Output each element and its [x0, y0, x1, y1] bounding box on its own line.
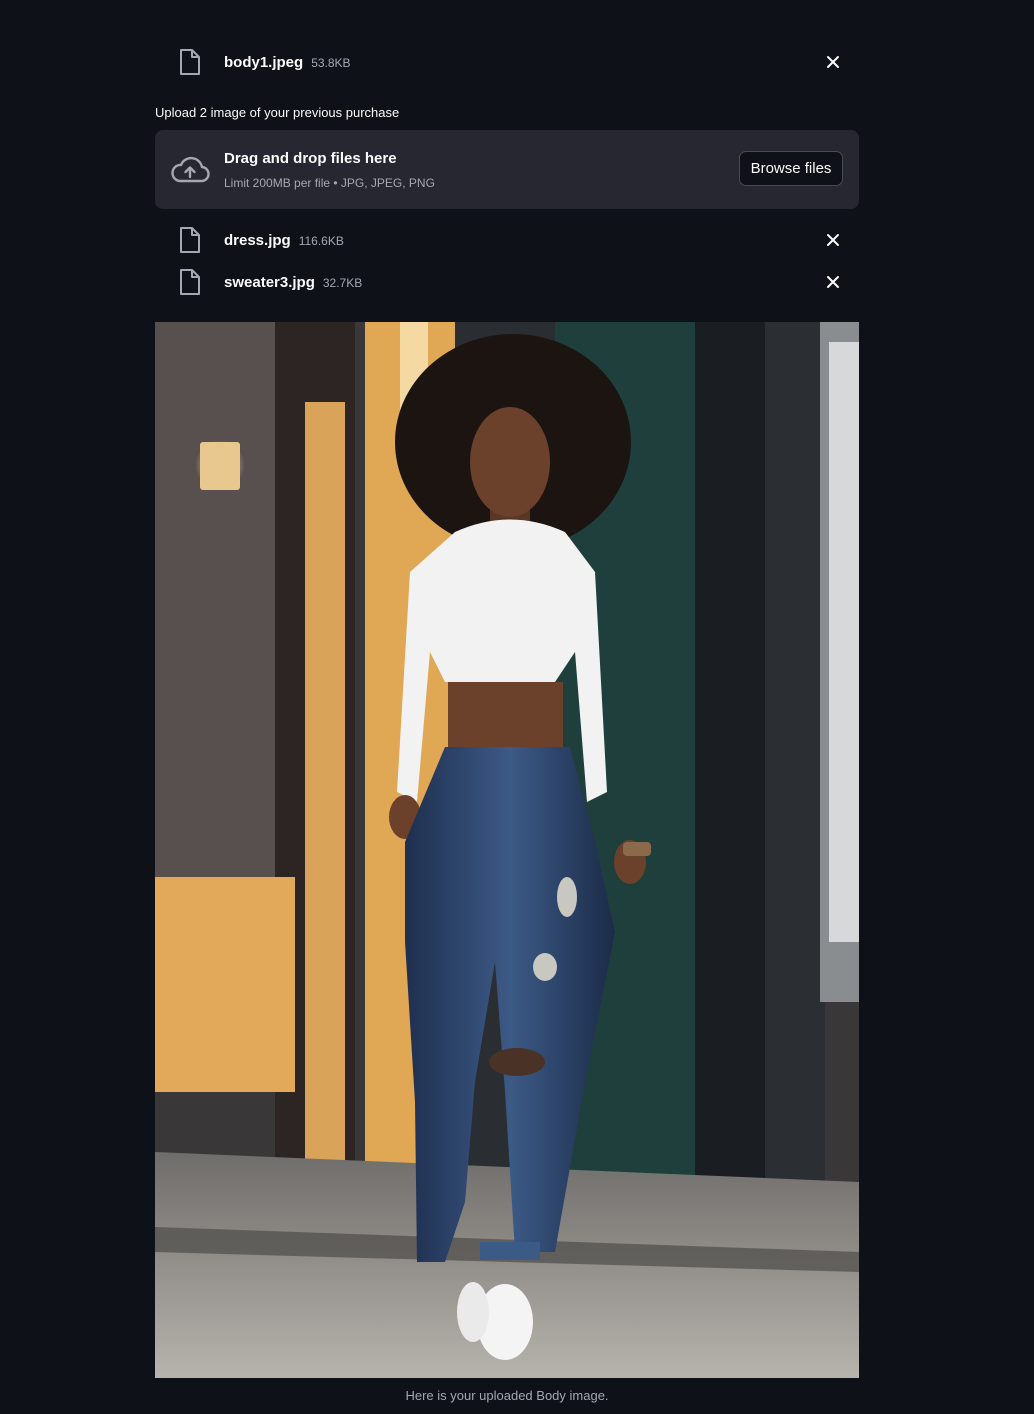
file-icon — [180, 49, 200, 75]
browse-files-button[interactable]: Browse files — [739, 151, 843, 186]
uploader-label: Upload 2 image of your previous purchase — [155, 105, 400, 120]
file-name-text: body1.jpeg — [224, 53, 304, 71]
dropzone-limits: Limit 200MB per file • JPG, JPEG, PNG — [224, 176, 435, 190]
image-caption: Here is your uploaded Body image. — [405, 1388, 609, 1403]
uploaded-file-row: sweater3.jpg 32.7KB — [155, 262, 859, 302]
file-name: body1.jpeg 53.8KB — [224, 54, 351, 71]
file-size: 53.8KB — [311, 55, 351, 70]
file-name-text: sweater3.jpg — [224, 273, 315, 291]
cloud-upload-icon — [171, 156, 210, 183]
file-name: sweater3.jpg 32.7KB — [224, 274, 362, 291]
uploaded-file-row-body: body1.jpeg 53.8KB — [155, 42, 859, 82]
file-name: dress.jpg 116.6KB — [224, 232, 344, 249]
file-size: 116.6KB — [298, 233, 344, 248]
uploaded-body-image — [155, 322, 859, 1378]
file-name-text: dress.jpg — [224, 231, 291, 249]
uploaded-file-row: dress.jpg 116.6KB — [155, 220, 859, 260]
close-icon[interactable] — [825, 232, 841, 248]
body-photo-illustration — [155, 322, 859, 1378]
file-icon — [180, 227, 200, 253]
dropzone-title: Drag and drop files here — [224, 150, 397, 167]
close-icon[interactable] — [825, 274, 841, 290]
file-size: 32.7KB — [322, 275, 363, 290]
close-icon[interactable] — [825, 54, 841, 70]
file-dropzone[interactable]: Drag and drop files here Limit 200MB per… — [155, 130, 859, 209]
file-icon — [180, 269, 200, 295]
